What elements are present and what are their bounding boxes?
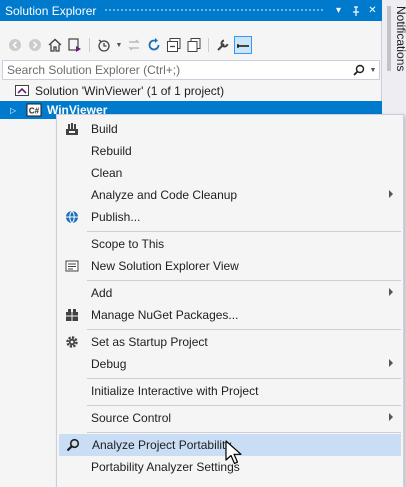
menu-item-scope-to-this[interactable]: Scope to This (59, 233, 401, 255)
submenu-arrow-icon (389, 190, 393, 198)
menu-separator (87, 231, 401, 232)
menu-separator (87, 280, 401, 281)
menu-item-label: Initialize Interactive with Project (91, 384, 259, 398)
menu-item-label: Clean (91, 166, 123, 180)
drag-grip[interactable] (104, 8, 323, 13)
menu-item-new-view[interactable]: New Solution Explorer View (59, 255, 401, 277)
project-context-menu: Build Rebuild Clean Analyze and Code Cle… (56, 114, 404, 487)
sync-with-document-icon[interactable] (125, 36, 143, 54)
menu-item-label: Build (91, 122, 118, 136)
home-icon[interactable] (46, 36, 64, 54)
menu-item-label: New Solution Explorer View (91, 259, 239, 273)
search-icon (60, 434, 86, 456)
search-box[interactable]: ▼ (2, 60, 380, 80)
properties-wrench-icon[interactable] (214, 36, 232, 54)
tree-item-solution[interactable]: Solution 'WinViewer' (1 of 1 project) (0, 82, 382, 100)
menu-item-source-control[interactable]: Source Control (59, 407, 401, 429)
show-all-files-icon[interactable] (185, 36, 203, 54)
menu-item-debug[interactable]: Debug (59, 353, 401, 375)
panel-toolbar: ▼ (0, 33, 382, 57)
preview-selected-items-icon[interactable] (234, 36, 252, 54)
pending-changes-filter-icon[interactable] (95, 36, 113, 54)
expand-arrow-icon[interactable]: ▷ (10, 106, 22, 115)
menu-item-label: Add (91, 286, 113, 300)
search-icon[interactable] (351, 62, 367, 78)
menu-separator (87, 329, 401, 330)
menu-item-rebuild[interactable]: Rebuild (59, 140, 401, 162)
refresh-icon[interactable] (145, 36, 163, 54)
submenu-arrow-icon (389, 413, 393, 421)
back-icon[interactable] (6, 36, 24, 54)
panel-title: Solution Explorer (5, 3, 97, 18)
mouse-cursor-icon (225, 440, 242, 465)
menu-item-initialize-interactive[interactable]: Initialize Interactive with Project (59, 380, 401, 402)
chevron-down-icon[interactable]: ▼ (115, 36, 123, 54)
menu-item-label: Set as Startup Project (91, 335, 208, 349)
menu-item-label: Rebuild (91, 144, 132, 158)
toolbar-separator (208, 38, 209, 52)
build-icon (59, 118, 85, 140)
menu-separator (87, 405, 401, 406)
menu-item-label: Scope to This (91, 237, 165, 251)
csharp-project-icon: C# (26, 102, 42, 118)
collapse-all-icon[interactable] (165, 36, 183, 54)
menu-item-publish[interactable]: Publish... (59, 206, 401, 228)
solution-label: Solution 'WinViewer' (1 of 1 project) (35, 84, 225, 98)
search-input[interactable] (3, 61, 351, 79)
forward-icon[interactable] (26, 36, 44, 54)
menu-item-label: Publish... (91, 210, 141, 224)
menu-item-label: Source Control (91, 411, 172, 425)
menu-item-clean[interactable]: Clean (59, 162, 401, 184)
auto-hide-pin-icon[interactable] (348, 3, 363, 18)
solution-icon (14, 83, 30, 99)
new-view-icon (59, 255, 85, 277)
menu-item-add[interactable]: Add (59, 282, 401, 304)
menu-item-label: Manage NuGet Packages... (91, 308, 239, 322)
menu-item-label: Analyze and Code Cleanup (91, 188, 238, 202)
toolbar-separator (89, 38, 90, 52)
menu-item-label: Portability Analyzer Settings (91, 460, 240, 474)
submenu-arrow-icon (389, 288, 393, 296)
project-badge: C# (29, 107, 40, 116)
globe-icon (59, 206, 85, 228)
submenu-arrow-icon (389, 359, 393, 367)
window-position-dropdown-icon[interactable]: ▾ (331, 3, 346, 18)
panel-titlebar[interactable]: Solution Explorer ▾ ✕ (0, 0, 382, 21)
switch-views-icon[interactable] (66, 36, 84, 54)
close-icon[interactable]: ✕ (365, 3, 380, 18)
menu-item-label: Analyze Project Portability (92, 438, 232, 452)
search-options-dropdown-icon[interactable]: ▼ (367, 67, 379, 74)
menu-separator (87, 378, 401, 379)
menu-separator (87, 432, 401, 433)
nuget-icon (59, 304, 85, 326)
menu-item-label: Debug (91, 357, 127, 371)
menu-item-build[interactable]: Build (59, 118, 401, 140)
notifications-tab-label: Notifications (387, 6, 406, 72)
gear-icon (59, 331, 85, 353)
menu-item-manage-nuget[interactable]: Manage NuGet Packages... (59, 304, 401, 326)
menu-item-set-startup[interactable]: Set as Startup Project (59, 331, 401, 353)
menu-item-analyze-cleanup[interactable]: Analyze and Code Cleanup (59, 184, 401, 206)
